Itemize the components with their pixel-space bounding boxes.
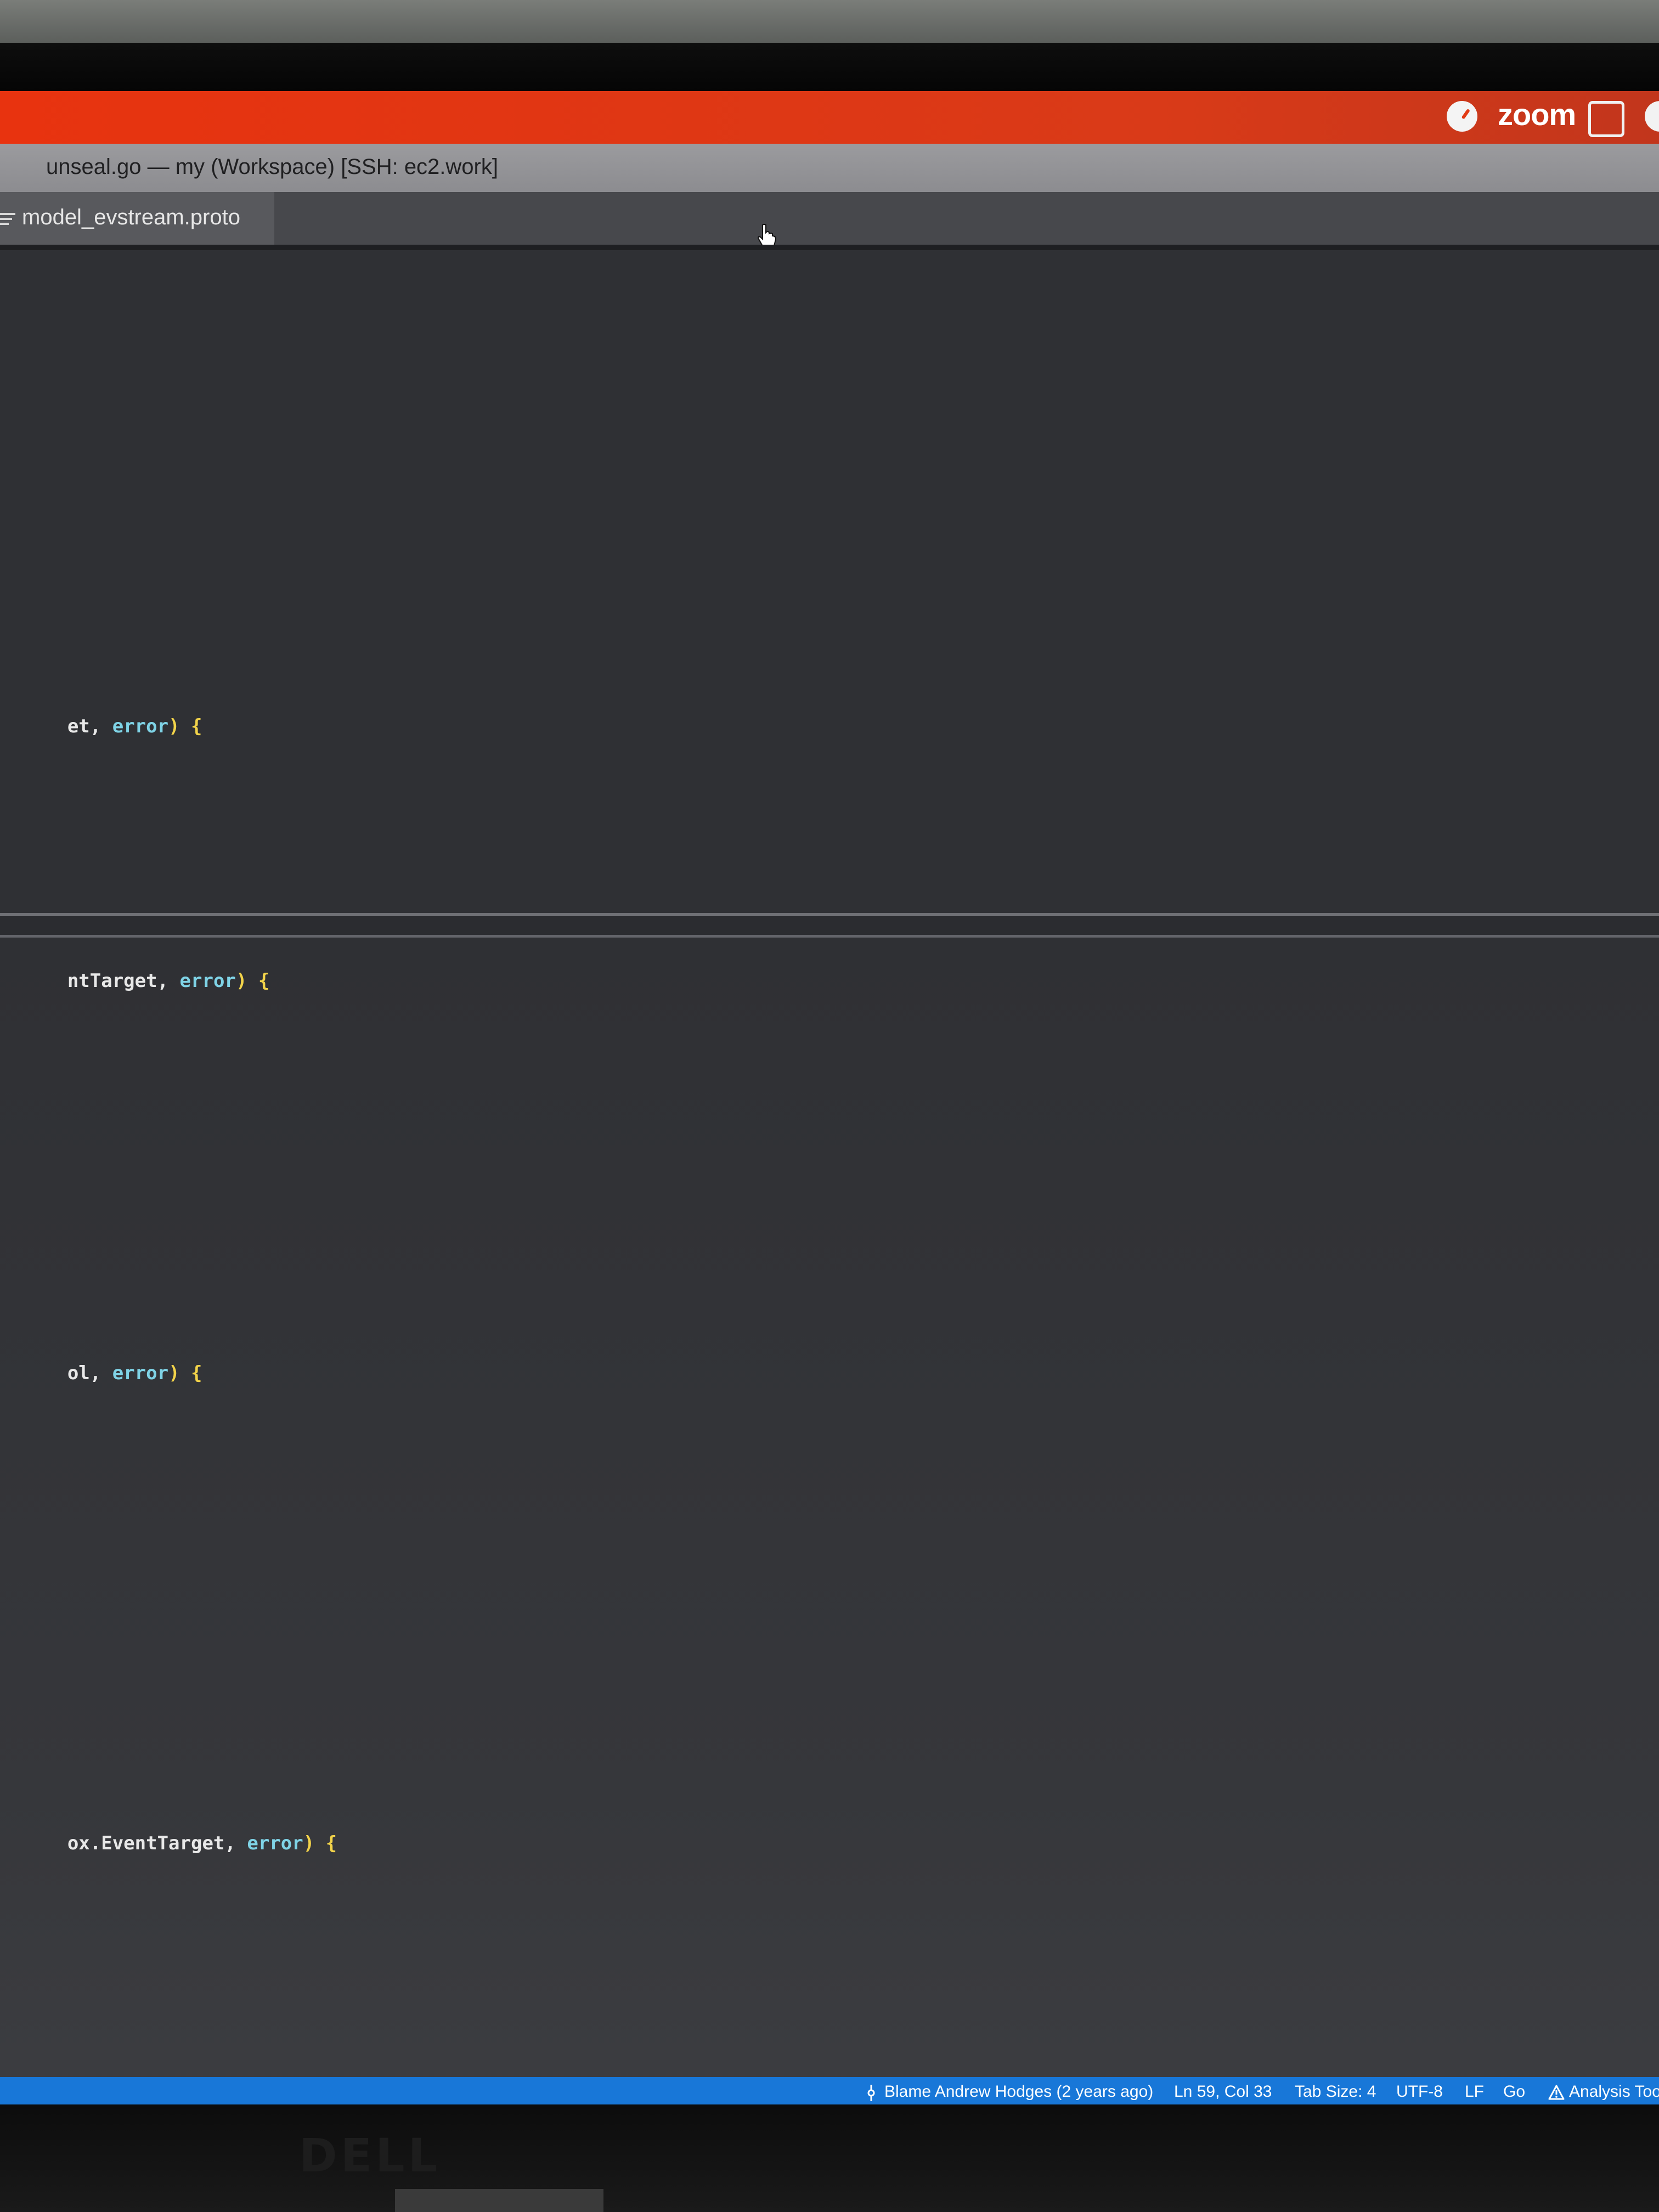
code-line[interactable]: ol, error) {: [0, 1340, 202, 1406]
monitor-bezel-top: [0, 43, 1659, 91]
dell-logo: DELL: [299, 2129, 441, 2182]
clock-icon[interactable]: [1447, 101, 1477, 132]
tab-strip-empty-area[interactable]: [274, 192, 1659, 245]
tab-label: model_evstream.proto: [22, 205, 240, 229]
window-title-bar: unseal.go — my (Workspace) [SSH: ec2.wor…: [0, 144, 1659, 192]
tab-strip-border: [0, 245, 1659, 250]
settings-icon[interactable]: [1645, 101, 1659, 132]
zoom-app-label[interactable]: zoom: [1498, 97, 1576, 132]
warning-icon: [1548, 2085, 1565, 2100]
editor-pane-top[interactable]: et, error) {: [0, 250, 1659, 913]
git-commit-icon: [867, 2085, 875, 2101]
tab-size-status[interactable]: Tab Size: 4: [1295, 2083, 1376, 2101]
zoom-menubar: zoom: [0, 91, 1659, 144]
pane-divider-gap: [0, 916, 1659, 935]
code-line[interactable]: ox.EventTarget, error) {: [0, 1810, 337, 1876]
file-lines-icon: [0, 213, 15, 226]
editor-pane-bottom[interactable]: ntTarget, error) { ol, error) { ox.Event…: [0, 938, 1659, 2104]
language-mode-status[interactable]: Go: [1503, 2083, 1525, 2101]
analysis-tools-status[interactable]: Analysis Too: [1569, 2083, 1659, 2101]
code-line[interactable]: et, error) {: [0, 693, 202, 759]
editor-tab-strip: model_evstream.proto: [0, 192, 1659, 249]
code-line[interactable]: ntTarget, error) {: [0, 948, 270, 1014]
cursor-position-status[interactable]: Ln 59, Col 33: [1174, 2083, 1272, 2101]
monitor-screen: zoom unseal.go — my (Workspace) [SSH: ec…: [0, 91, 1659, 2104]
encoding-status[interactable]: UTF-8: [1396, 2083, 1443, 2101]
window-title: unseal.go — my (Workspace) [SSH: ec2.wor…: [46, 155, 498, 179]
monitor-bezel-bottom: [0, 2104, 1659, 2212]
line-ending-status[interactable]: LF: [1465, 2083, 1484, 2101]
editor-tab[interactable]: model_evstream.proto: [0, 192, 274, 245]
git-blame-status[interactable]: Blame Andrew Hodges (2 years ago): [884, 2083, 1153, 2101]
status-bar: Blame Andrew Hodges (2 years ago) Ln 59,…: [0, 2077, 1659, 2104]
share-screen-icon[interactable]: [1588, 101, 1624, 137]
monitor-stand: [395, 2189, 603, 2212]
background-wall: [0, 0, 1659, 43]
